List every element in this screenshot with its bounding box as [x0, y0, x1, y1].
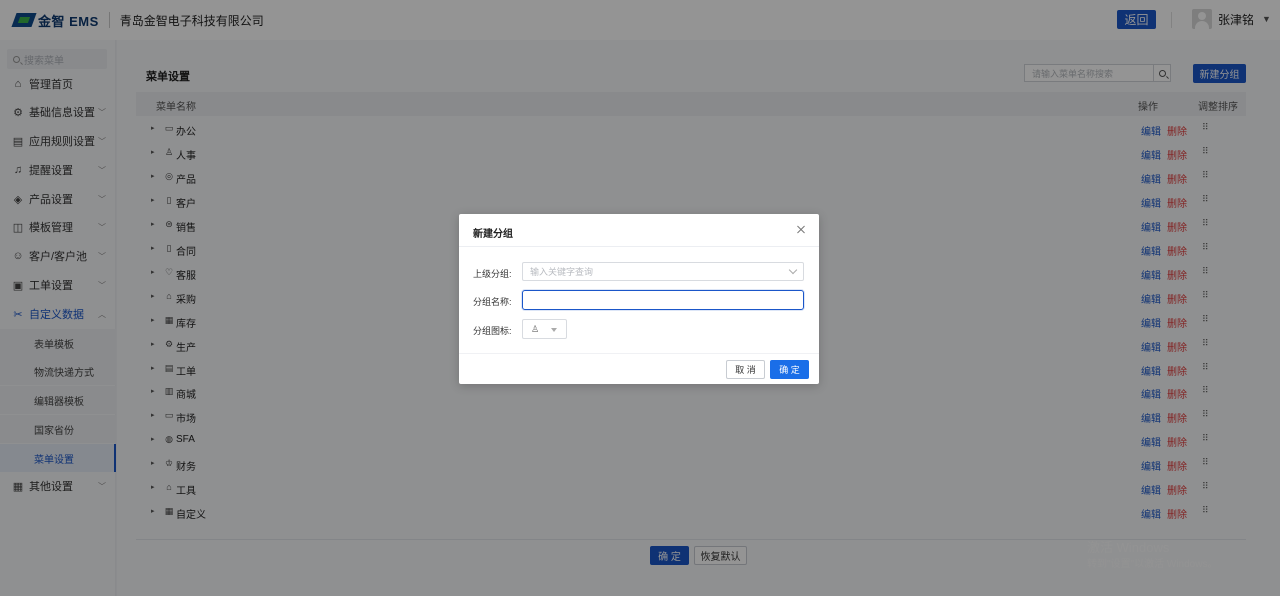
divider — [459, 353, 819, 354]
confirm-button[interactable]: 确 定 — [770, 360, 809, 379]
group-name-label: 分组名称: — [473, 297, 512, 307]
caret-down-icon — [551, 328, 557, 332]
new-group-dialog: 新建分组 上级分组: 输入关键字查询 分组名称: 分组图标: ♙ 取 消 确 定 — [459, 214, 819, 384]
user-icon: ♙ — [531, 323, 540, 334]
parent-group-label: 上级分组: — [473, 269, 512, 279]
group-name-input[interactable] — [522, 290, 804, 310]
parent-group-placeholder: 输入关键字查询 — [530, 267, 594, 277]
group-icon-label: 分组图标: — [473, 326, 512, 336]
divider — [459, 246, 819, 247]
parent-group-select[interactable]: 输入关键字查询 — [522, 262, 804, 281]
group-icon-select[interactable]: ♙ — [522, 319, 567, 339]
close-icon[interactable] — [794, 223, 808, 237]
cancel-button[interactable]: 取 消 — [726, 360, 765, 379]
chevron-down-icon — [788, 265, 798, 275]
dialog-title: 新建分组 — [473, 229, 513, 240]
